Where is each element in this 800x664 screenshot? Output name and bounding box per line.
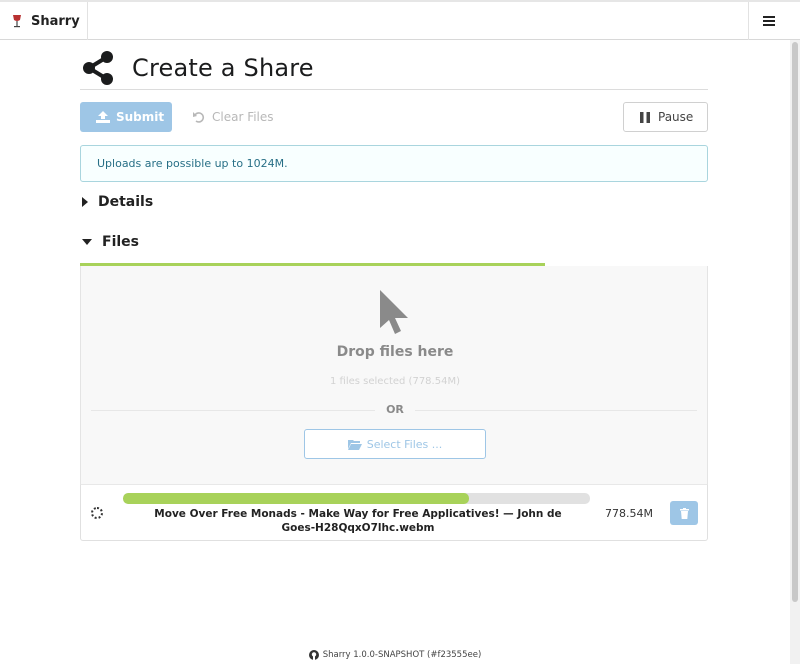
mouse-pointer-icon bbox=[380, 290, 408, 334]
submit-label: Submit bbox=[116, 110, 165, 124]
submit-button[interactable]: Submit bbox=[80, 102, 172, 132]
caret-right-icon bbox=[82, 197, 88, 207]
files-title: Files bbox=[102, 234, 139, 250]
menu-button[interactable] bbox=[748, 2, 788, 40]
file-size: 778.54M bbox=[605, 507, 653, 520]
clear-files-label: Clear Files bbox=[212, 110, 274, 124]
pause-button[interactable]: Pause bbox=[623, 102, 708, 132]
files-accordion[interactable]: Files bbox=[82, 232, 139, 252]
scrollbar-thumb[interactable] bbox=[792, 42, 798, 602]
pause-label: Pause bbox=[658, 110, 694, 124]
hamburger-icon bbox=[762, 16, 775, 26]
select-files-button[interactable]: Select Files ... bbox=[304, 429, 486, 459]
share-icon bbox=[83, 50, 113, 85]
caret-down-icon bbox=[82, 239, 92, 245]
select-files-label: Select Files ... bbox=[366, 437, 443, 451]
files-selected-summary: 1 files selected (778.54M) bbox=[330, 376, 460, 387]
clear-files-button[interactable]: Clear Files bbox=[188, 102, 288, 132]
file-progress-bar bbox=[123, 493, 590, 504]
details-accordion[interactable]: Details bbox=[82, 192, 153, 212]
wine-glass-icon bbox=[13, 15, 21, 28]
page-header: Create a Share bbox=[80, 46, 708, 90]
upload-limit-message: Uploads are possible up to 1024M. bbox=[80, 145, 708, 182]
file-progress-fill bbox=[123, 493, 469, 504]
file-name: Move Over Free Monads - Make Way for Fre… bbox=[154, 508, 562, 534]
brand-name: Sharry bbox=[31, 13, 80, 29]
details-title: Details bbox=[98, 194, 154, 210]
footer-version: Sharry 1.0.0-SNAPSHOT (#f23555ee) bbox=[322, 650, 482, 660]
brand-link[interactable]: Sharry bbox=[0, 2, 88, 40]
spinner-icon bbox=[91, 507, 103, 519]
or-label: OR bbox=[375, 403, 415, 416]
drop-zone[interactable]: Drop files here 1 files selected (778.54… bbox=[80, 266, 708, 484]
upload-icon bbox=[96, 111, 110, 123]
upload-limit-text: Uploads are possible up to 1024M. bbox=[97, 157, 288, 170]
folder-open-icon bbox=[347, 439, 362, 450]
pause-icon bbox=[640, 111, 650, 123]
drop-title: Drop files here bbox=[336, 344, 454, 360]
delete-file-button[interactable] bbox=[670, 501, 698, 525]
github-icon[interactable] bbox=[308, 650, 319, 660]
file-list: Move Over Free Monads - Make Way for Fre… bbox=[80, 484, 708, 541]
footer: Sharry 1.0.0-SNAPSHOT (#f23555ee) bbox=[0, 650, 790, 660]
top-bar: Sharry bbox=[0, 0, 800, 40]
trash-icon bbox=[679, 507, 689, 519]
page-title: Create a Share bbox=[132, 53, 314, 82]
undo-icon bbox=[193, 112, 205, 123]
